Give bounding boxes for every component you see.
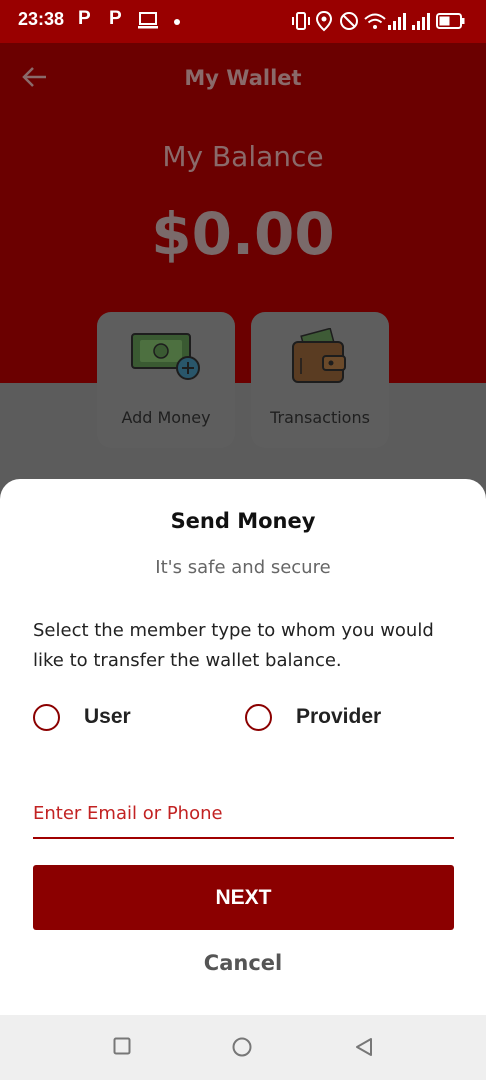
balance-label: My Balance — [162, 140, 324, 173]
recent-apps-icon[interactable] — [113, 1037, 131, 1059]
location-icon — [314, 10, 334, 36]
next-button[interactable]: NEXT — [33, 865, 454, 930]
sheet-title: Send Money — [170, 509, 316, 533]
radio-label-user: User — [84, 705, 131, 728]
add-money-icon — [128, 328, 204, 388]
laptop-icon — [137, 10, 159, 36]
radio-option-provider[interactable]: Provider — [245, 701, 381, 733]
add-money-label: Add Money — [121, 408, 211, 427]
send-money-sheet: Send Money It's safe and secure Select t… — [0, 479, 486, 1015]
wallet-icon — [287, 327, 353, 392]
battery-icon — [436, 10, 466, 36]
instruction-text: Select the member type to whom you would… — [33, 620, 434, 671]
balance-value: $0.00 — [151, 200, 335, 268]
radio-button[interactable] — [245, 703, 272, 731]
sheet-subtitle: It's safe and secure — [155, 557, 331, 578]
wifi-icon — [363, 10, 387, 36]
status-time: 23:38 — [18, 9, 65, 29]
status-app-icon: P — [78, 8, 91, 29]
status-app-icon: P — [109, 8, 122, 29]
transactions-label: Transactions — [270, 408, 370, 427]
email-phone-input[interactable] — [33, 789, 454, 839]
add-money-button[interactable]: Add Money — [97, 312, 235, 448]
transactions-button[interactable]: Transactions — [251, 312, 389, 448]
radio-label-provider: Provider — [296, 705, 382, 728]
home-icon[interactable] — [232, 1037, 252, 1061]
signal-icon — [387, 10, 409, 36]
page-title: My Wallet — [184, 66, 302, 90]
signal-icon — [411, 10, 433, 36]
status-bar: 23:38 P P — [0, 0, 486, 43]
dnd-icon — [338, 10, 360, 36]
radio-button[interactable] — [33, 703, 60, 731]
cancel-button[interactable]: Cancel — [0, 951, 486, 975]
notification-dot-icon — [174, 19, 180, 25]
vibrate-icon — [290, 10, 312, 36]
back-icon[interactable] — [355, 1037, 373, 1061]
navigation-bar — [0, 1015, 486, 1080]
radio-option-user[interactable]: User — [33, 701, 131, 733]
